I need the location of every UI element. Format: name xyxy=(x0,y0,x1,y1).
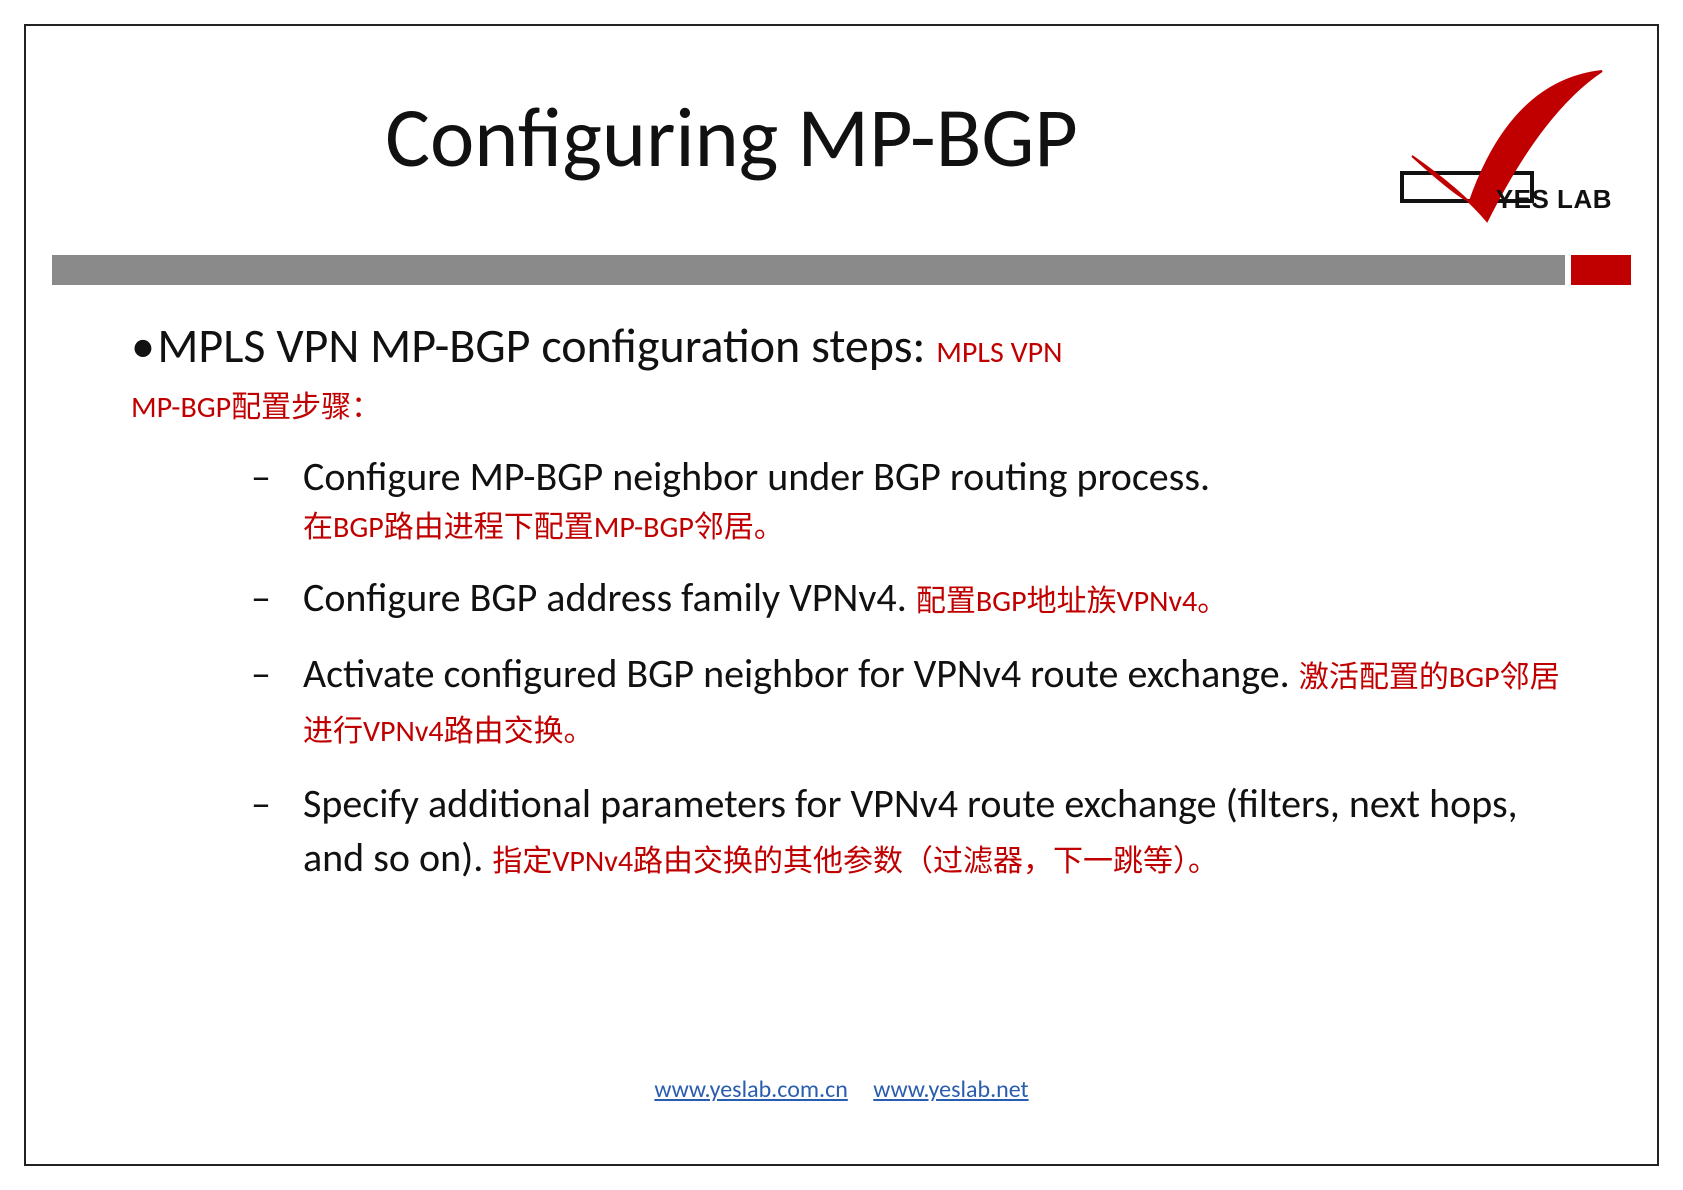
divider-bar-gray xyxy=(52,255,1565,285)
step-en: Configure BGP address family VPNv4. xyxy=(303,573,907,622)
footer-link-1[interactable]: www.yeslab.com.cn xyxy=(654,1075,847,1104)
list-item: Specify additional parameters for VPNv4 … xyxy=(251,777,1567,885)
footer: www.yeslab.com.cn www.yeslab.net xyxy=(26,1075,1657,1104)
brand-text: YES LAB xyxy=(1496,184,1612,215)
page-title: Configuring MP-BGP xyxy=(86,86,1377,189)
step-en: Configure MP-BGP neighbor under BGP rout… xyxy=(303,452,1210,501)
lead-line: •MPLS VPN MP-BGP configuration steps: MP… xyxy=(131,316,1567,376)
list-item: Configure MP-BGP neighbor under BGP rout… xyxy=(251,450,1567,549)
step-en: Activate configured BGP neighbor for VPN… xyxy=(303,649,1290,698)
divider-bar xyxy=(52,255,1631,285)
lead-zh-block: MP-BGP配置步骤： xyxy=(131,382,1567,426)
lead-zh-inline: MPLS VPN xyxy=(936,334,1062,371)
list-item: Activate configured BGP neighbor for VPN… xyxy=(251,647,1567,755)
step-zh: 在BGP路由进程下配置MP-BGP邻居。 xyxy=(303,508,1567,549)
content-area: •MPLS VPN MP-BGP configuration steps: MP… xyxy=(131,316,1567,907)
divider-bar-red xyxy=(1571,255,1631,285)
steps-list: Configure MP-BGP neighbor under BGP rout… xyxy=(251,450,1567,885)
brand-logo: YES LAB xyxy=(1392,61,1612,231)
step-zh: 指定VPNv4路由交换的其他参数（过滤器，下一跳等）。 xyxy=(492,843,1218,880)
bullet-dot: • xyxy=(131,316,157,376)
footer-link-2[interactable]: www.yeslab.net xyxy=(873,1075,1028,1104)
lead-en: MPLS VPN MP-BGP configuration steps: xyxy=(157,316,925,375)
list-item: Configure BGP address family VPNv4. 配置BG… xyxy=(251,571,1567,625)
slide-frame: Configuring MP-BGP YES LAB •MPLS VPN MP-… xyxy=(24,24,1659,1166)
step-zh: 配置BGP地址族VPNv4。 xyxy=(916,583,1227,620)
